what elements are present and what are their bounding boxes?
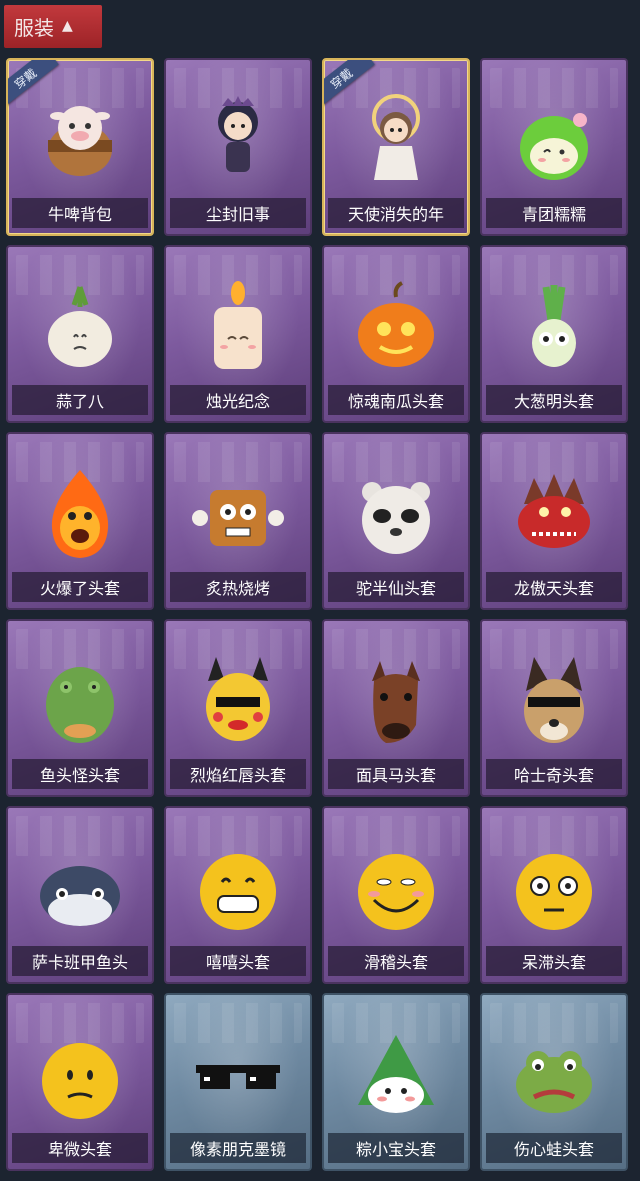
costume-item-card[interactable]: 粽小宝头套: [322, 993, 470, 1171]
fish-head-icon: [46, 667, 114, 743]
yellow-mask-icon: [206, 657, 270, 741]
category-tab-clothing[interactable]: 服装 ▲: [4, 5, 102, 48]
funny-emoji-icon: [358, 854, 434, 930]
green-rice-ball-icon: [520, 113, 588, 180]
costume-item-name: 卑微头套: [12, 1133, 148, 1163]
dragon-icon: [518, 474, 590, 548]
pumpkin-icon: [358, 281, 434, 367]
costume-item-name: 粽小宝头套: [328, 1133, 464, 1163]
costume-item-name: 哈士奇头套: [486, 759, 622, 789]
costume-item-card[interactable]: 卑微头套: [6, 993, 154, 1171]
costume-item-name: 面具马头套: [328, 759, 464, 789]
dazed-emoji-icon: [516, 854, 592, 930]
pixel-sunglasses-icon: [196, 1065, 280, 1089]
costume-item-card[interactable]: 尘封旧事: [164, 58, 312, 236]
costume-item-name: 萨卡班甲鱼头: [12, 946, 148, 976]
costume-item-card[interactable]: 大葱明头套: [480, 245, 628, 423]
costume-item-name: 惊魂南瓜头套: [328, 385, 464, 415]
bbq-meat-icon: [192, 490, 284, 546]
costume-item-card[interactable]: 龙傲天头套: [480, 432, 628, 610]
costume-item-card[interactable]: 穿戴 天使消失的年: [322, 58, 470, 236]
costume-item-card[interactable]: 烈焰红唇头套: [164, 619, 312, 797]
costume-item-card[interactable]: 伤心蛙头套: [480, 993, 628, 1171]
costume-item-name: 天使消失的年: [328, 198, 464, 228]
horse-head-icon: [372, 661, 420, 743]
costume-item-name: 烛光纪念: [170, 385, 306, 415]
costume-item-name: 滑稽头套: [328, 946, 464, 976]
costume-item-name: 火爆了头套: [12, 572, 148, 602]
costume-item-card[interactable]: 嘻嘻头套: [164, 806, 312, 984]
cow-beer-backpack-icon: [48, 106, 112, 176]
scallion-icon: [532, 285, 576, 367]
costume-item-card[interactable]: 惊魂南瓜头套: [322, 245, 470, 423]
angel-girl-icon: [372, 94, 420, 180]
costume-item-name: 蒜了八: [12, 385, 148, 415]
costume-item-card[interactable]: 哈士奇头套: [480, 619, 628, 797]
costume-item-name: 像素朋克墨镜: [170, 1133, 306, 1163]
costume-item-name: 驼半仙头套: [328, 572, 464, 602]
costume-item-name: 烈焰红唇头套: [170, 759, 306, 789]
costume-item-card[interactable]: 炙热烧烤: [164, 432, 312, 610]
costume-item-card[interactable]: 驼半仙头套: [322, 432, 470, 610]
costume-item-name: 龙傲天头套: [486, 572, 622, 602]
costume-item-name: 青团糯糯: [486, 198, 622, 228]
costume-item-card[interactable]: 蒜了八: [6, 245, 154, 423]
panda-bear-icon: [362, 482, 430, 554]
costume-item-card[interactable]: 面具马头套: [322, 619, 470, 797]
chevron-up-icon: ▲: [62, 17, 73, 34]
chibi-character-icon: [218, 96, 258, 172]
costume-item-name: 尘封旧事: [170, 198, 306, 228]
category-tab-label: 服装: [14, 16, 54, 40]
costume-item-card[interactable]: 滑稽头套: [322, 806, 470, 984]
zongzi-icon: [358, 1035, 434, 1113]
costume-item-name: 牛啤背包: [12, 198, 148, 228]
costume-item-card[interactable]: 穿戴 牛啤背包: [6, 58, 154, 236]
costume-item-card[interactable]: 萨卡班甲鱼头: [6, 806, 154, 984]
fireball-icon: [51, 470, 109, 558]
costume-item-card[interactable]: 青团糯糯: [480, 58, 628, 236]
sad-frog-icon: [516, 1051, 592, 1113]
husky-head-icon: [524, 657, 584, 743]
costume-item-name: 炙热烧烤: [170, 572, 306, 602]
costume-item-card[interactable]: 烛光纪念: [164, 245, 312, 423]
costume-item-card[interactable]: 火爆了头套: [6, 432, 154, 610]
costume-item-name: 鱼头怪头套: [12, 759, 148, 789]
humble-emoji-icon: [42, 1043, 118, 1119]
costume-item-name: 大葱明头套: [486, 385, 622, 415]
sacabambaspis-icon: [40, 866, 120, 926]
costume-item-name: 嘻嘻头套: [170, 946, 306, 976]
item-grid: 穿戴 牛啤背包 尘封旧事 穿戴 天使消失的年 青团糯糯蒜了八 烛光纪念 惊魂南瓜头套 大葱明头套…: [6, 58, 630, 1171]
grin-emoji-icon: [200, 854, 276, 930]
costume-item-card[interactable]: 鱼头怪头套: [6, 619, 154, 797]
garlic-icon: [48, 286, 112, 367]
costume-item-card[interactable]: 呆滞头套: [480, 806, 628, 984]
candle-icon: [214, 281, 262, 369]
costume-item-card[interactable]: 像素朋克墨镜: [164, 993, 312, 1171]
costume-item-name: 呆滞头套: [486, 946, 622, 976]
costume-item-name: 伤心蛙头套: [486, 1133, 622, 1163]
